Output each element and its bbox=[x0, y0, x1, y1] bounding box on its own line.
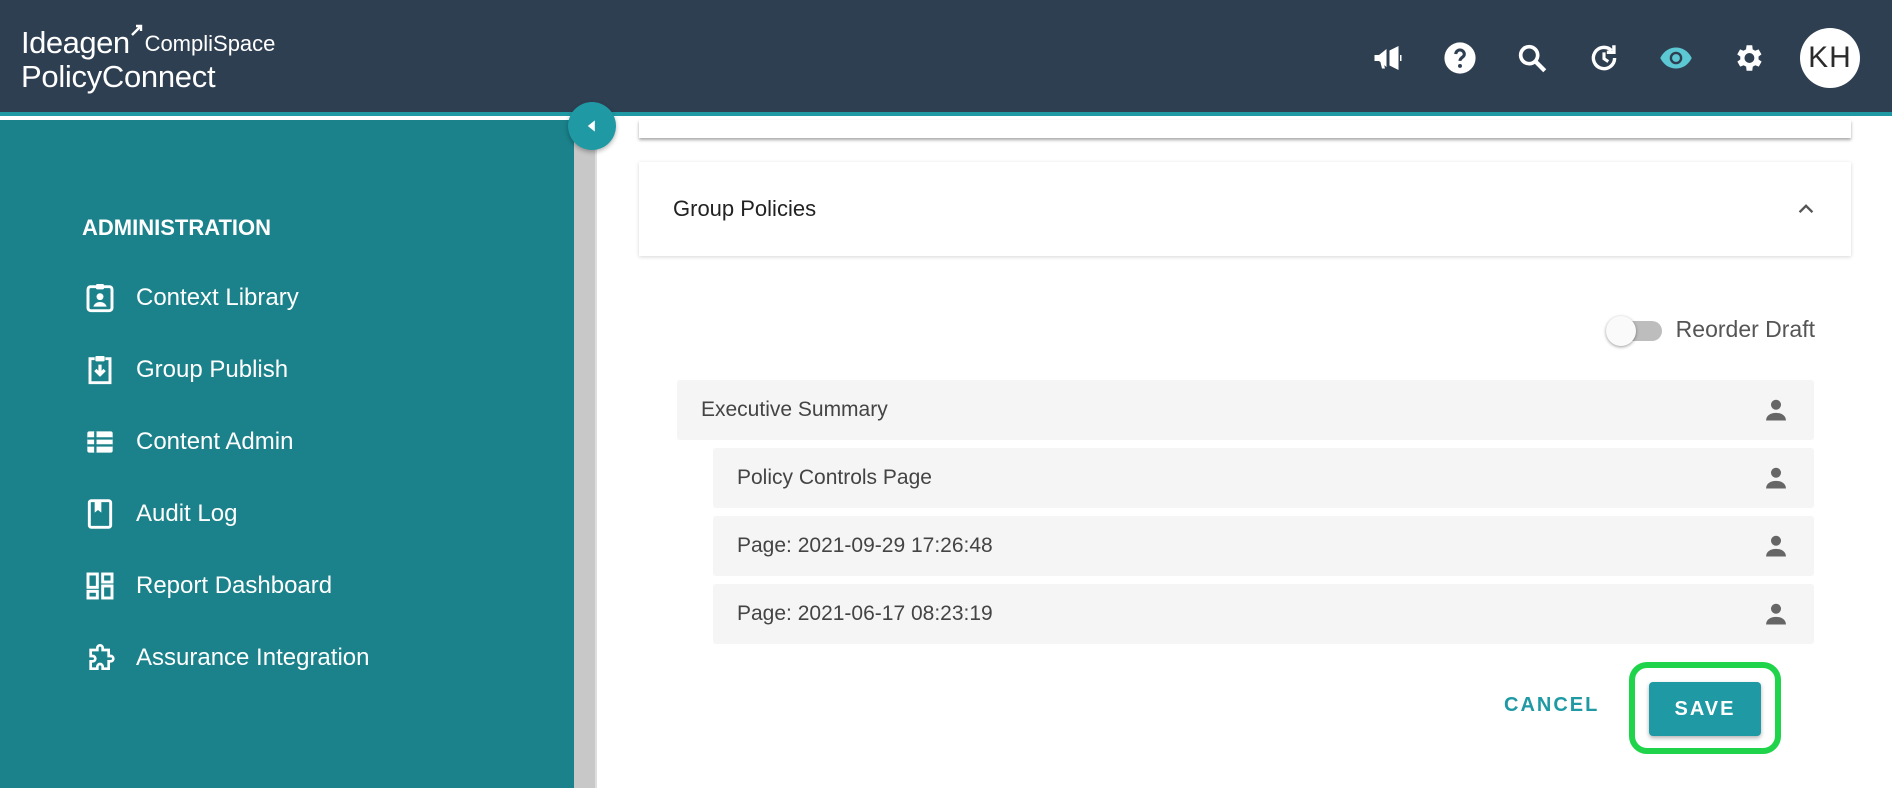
person-icon bbox=[1766, 399, 1786, 421]
list-item-label: Page: 2021-09-29 17:26:48 bbox=[737, 534, 993, 557]
collapse-sidebar-button[interactable] bbox=[568, 102, 616, 150]
puzzle-icon bbox=[82, 640, 118, 676]
chevron-left-icon bbox=[587, 120, 595, 132]
reorder-draft-toggle[interactable] bbox=[1605, 315, 1662, 346]
sidebar-item-group-publish[interactable]: Group Publish bbox=[82, 334, 369, 406]
list-item[interactable]: Policy Controls Page bbox=[713, 448, 1814, 508]
sidebar-item-label: Report Dashboard bbox=[136, 572, 333, 599]
list-item-label: Executive Summary bbox=[701, 398, 888, 421]
search-icon[interactable] bbox=[1512, 38, 1552, 78]
group-policies-panel-header[interactable]: Group Policies bbox=[639, 162, 1851, 256]
sidebar-item-context-library[interactable]: Context Library bbox=[82, 262, 369, 334]
toggle-knob bbox=[1605, 316, 1636, 346]
help-icon[interactable] bbox=[1440, 38, 1480, 78]
sidebar-item-assurance-integration[interactable]: Assurance Integration bbox=[82, 622, 369, 694]
dashboard-icon bbox=[82, 568, 118, 604]
previous-card-edge bbox=[639, 120, 1851, 138]
user-avatar[interactable]: KH bbox=[1800, 28, 1860, 88]
sidebar-item-content-admin[interactable]: Content Admin bbox=[82, 406, 369, 478]
sidebar-item-report-dashboard[interactable]: Report Dashboard bbox=[82, 550, 369, 622]
list-item[interactable]: Page: 2021-06-17 08:23:19 bbox=[713, 584, 1814, 644]
eye-icon[interactable] bbox=[1656, 38, 1696, 78]
list-item[interactable]: Page: 2021-09-29 17:26:48 bbox=[713, 516, 1814, 576]
logo[interactable]: Ideagen CompliSpace PolicyConnect bbox=[21, 24, 276, 94]
sidebar-item-label: Group Publish bbox=[136, 356, 289, 383]
contact-badge-icon bbox=[82, 280, 118, 316]
main-content: Group Policies Reorder Draft Executive S… bbox=[599, 120, 1892, 788]
cancel-button[interactable]: CANCEL bbox=[1504, 694, 1599, 717]
list-icon bbox=[82, 424, 118, 460]
list-item-label: Page: 2021-06-17 08:23:19 bbox=[737, 602, 993, 625]
reorder-draft-control: Reorder Draft bbox=[1605, 315, 1815, 346]
list-item[interactable]: Executive Summary bbox=[677, 380, 1814, 440]
sidebar-item-label: Audit Log bbox=[136, 500, 238, 527]
save-button[interactable]: SAVE bbox=[1649, 682, 1761, 736]
sidebar-item-label: Assurance Integration bbox=[136, 644, 370, 671]
logo-product: PolicyConnect bbox=[21, 59, 216, 94]
policy-list: Executive Summary Policy Controls Page P… bbox=[677, 380, 1814, 652]
form-actions: CANCEL SAVE bbox=[1292, 660, 1892, 760]
sidebar-divider[interactable] bbox=[574, 120, 597, 788]
sidebar-item-label: Content Admin bbox=[136, 428, 294, 455]
logo-mark-icon bbox=[131, 24, 143, 36]
top-app-bar: Ideagen CompliSpace PolicyConnect KH bbox=[0, 0, 1892, 116]
logo-brand: Ideagen bbox=[21, 25, 130, 60]
bookmark-book-icon bbox=[82, 496, 118, 532]
gear-icon[interactable] bbox=[1728, 38, 1768, 78]
history-icon[interactable] bbox=[1584, 38, 1624, 78]
panel-title: Group Policies bbox=[673, 196, 817, 221]
person-icon bbox=[1766, 467, 1786, 489]
sidebar-item-audit-log[interactable]: Audit Log bbox=[82, 478, 369, 550]
megaphone-icon[interactable] bbox=[1368, 38, 1408, 78]
sidebar-item-label: Context Library bbox=[136, 284, 299, 311]
sidebar-nav: Context Library Group Publish Content Ad… bbox=[82, 262, 369, 694]
reorder-draft-label: Reorder Draft bbox=[1675, 315, 1815, 342]
sidebar-section-title: ADMINISTRATION bbox=[82, 215, 272, 240]
list-item-label: Policy Controls Page bbox=[737, 466, 932, 489]
person-icon bbox=[1766, 603, 1786, 625]
chevron-up-icon[interactable] bbox=[1795, 198, 1817, 220]
person-icon bbox=[1766, 535, 1786, 557]
download-box-icon bbox=[82, 352, 118, 388]
logo-sub-brand: CompliSpace bbox=[144, 31, 276, 56]
